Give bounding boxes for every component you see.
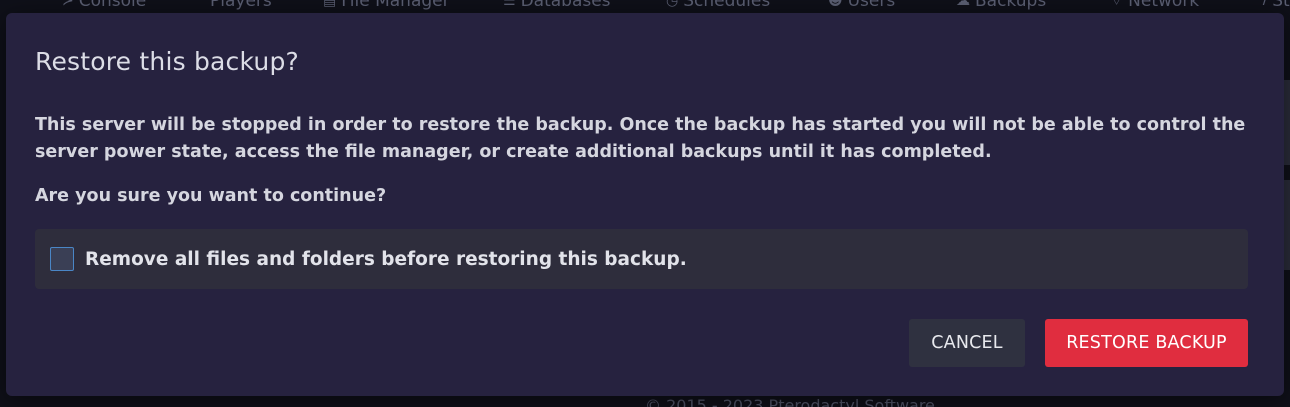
cloud-icon: ☁ <box>956 0 970 9</box>
page: ≻ Console Players ▤ File Manager ☰ Datab… <box>0 0 1290 407</box>
background-nav: ≻ Console Players ▤ File Manager ☰ Datab… <box>0 0 1290 13</box>
nav-item-users[interactable]: ☻ Users <box>828 0 895 11</box>
bolt-icon: ϟ <box>1258 0 1268 9</box>
cancel-button[interactable]: CANCEL <box>909 319 1025 367</box>
nav-label: St <box>1272 0 1290 11</box>
terminal-icon: ≻ <box>62 0 74 9</box>
nav-label: Users <box>847 0 896 11</box>
nav-item-startup[interactable]: ϟ St <box>1258 0 1290 11</box>
wifi-icon: ⌔ <box>1110 0 1124 9</box>
file-icon: ▤ <box>323 0 337 9</box>
nav-label: File Manager <box>341 0 450 11</box>
modal-description: This server will be stopped in order to … <box>35 115 1246 162</box>
truncate-option[interactable]: Remove all files and folders before rest… <box>35 229 1248 289</box>
restore-backup-modal: Restore this backup? This server will be… <box>6 13 1284 396</box>
modal-title: Restore this backup? <box>35 47 299 76</box>
nav-label: Players <box>210 0 272 11</box>
restore-backup-button[interactable]: RESTORE BACKUP <box>1045 319 1248 367</box>
nav-item-players[interactable]: Players <box>210 0 272 11</box>
nav-item-schedules[interactable]: ◷ Schedules <box>666 0 770 11</box>
clock-icon: ◷ <box>666 0 679 9</box>
database-icon: ☰ <box>503 0 516 9</box>
background-panel-edge <box>1284 180 1290 270</box>
users-icon: ☻ <box>828 0 843 9</box>
nav-item-backups[interactable]: ☁ Backups <box>956 0 1046 11</box>
nav-item-databases[interactable]: ☰ Databases <box>503 0 611 11</box>
truncate-checkbox[interactable] <box>50 247 74 271</box>
nav-label: Network <box>1128 0 1200 11</box>
nav-label: Console <box>78 0 147 11</box>
truncate-option-label[interactable]: Remove all files and folders before rest… <box>85 249 687 270</box>
background-panel-edge <box>1284 80 1290 165</box>
background-footer: © 2015 - 2023 Pterodactyl Software <box>645 396 935 407</box>
modal-question: Are you sure you want to continue? <box>35 186 387 206</box>
nav-item-file-manager[interactable]: ▤ File Manager <box>323 0 450 11</box>
nav-label: Databases <box>520 0 611 11</box>
nav-label: Backups <box>975 0 1047 11</box>
nav-label: Schedules <box>683 0 771 11</box>
nav-item-network[interactable]: ⌔ Network <box>1110 0 1199 11</box>
nav-item-console[interactable]: ≻ Console <box>62 0 146 11</box>
